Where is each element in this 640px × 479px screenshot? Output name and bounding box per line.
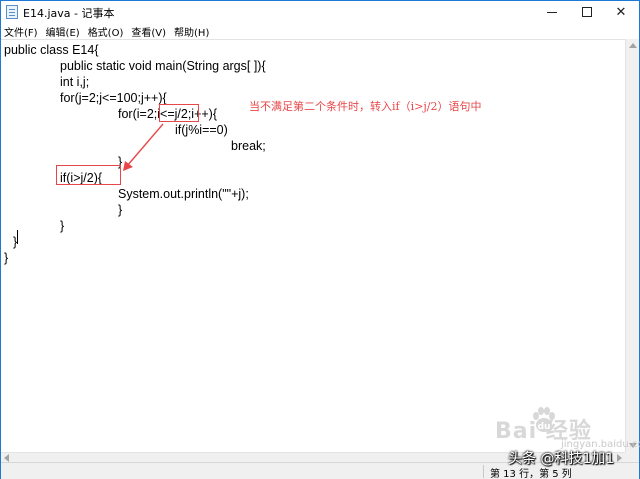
code-line: break; xyxy=(231,139,266,153)
notepad-window: E14.java - 记事本 ✕ 文件(F) 编辑(E) 格式(O) 查看(V)… xyxy=(0,0,640,479)
minimize-icon xyxy=(547,11,557,13)
code-line: for(j=2;j<=100;j++){ xyxy=(60,91,167,105)
notepad-icon[interactable] xyxy=(6,5,18,19)
menu-bar: 文件(F) 编辑(E) 格式(O) 查看(V) 帮助(H) xyxy=(1,23,639,39)
text-editor[interactable]: public class E14{ public static void mai… xyxy=(1,39,625,452)
menu-edit[interactable]: 编辑(E) xyxy=(46,24,80,39)
code-line: } xyxy=(118,203,123,217)
code-line: public static void main(String args[ ]){ xyxy=(60,59,266,73)
text-cursor xyxy=(17,230,18,244)
author-credit: 头条 @科技1加1 xyxy=(508,451,615,467)
minimize-button[interactable] xyxy=(535,1,569,23)
scroll-left-icon[interactable] xyxy=(4,454,9,462)
close-button[interactable]: ✕ xyxy=(604,1,638,23)
annotation-text: 当不满足第二个条件时，转入if（i>j/2）语句中 xyxy=(249,100,482,113)
code-line: int i,j; xyxy=(60,75,90,89)
maximize-icon xyxy=(582,7,592,17)
code-line: System.out.println(""+j); xyxy=(118,187,249,201)
maximize-button[interactable] xyxy=(570,1,604,23)
title-bar[interactable]: E14.java - 记事本 ✕ xyxy=(1,1,639,23)
menu-help[interactable]: 帮助(H) xyxy=(174,24,209,39)
scroll-right-icon[interactable] xyxy=(617,454,622,462)
code-line: public class E14{ xyxy=(4,43,99,57)
code-line: } xyxy=(60,219,65,233)
code-line: if(j%i==0) xyxy=(175,123,228,137)
code-line: } xyxy=(4,251,9,265)
baidu-paw-icon: du xyxy=(533,407,555,432)
close-icon: ✕ xyxy=(615,4,627,20)
menu-format[interactable]: 格式(O) xyxy=(88,24,124,39)
status-divider xyxy=(483,465,484,478)
scroll-up-icon[interactable] xyxy=(629,43,637,48)
window-title: E14.java - 记事本 xyxy=(23,7,115,20)
menu-view[interactable]: 查看(V) xyxy=(131,24,166,39)
vertical-scrollbar[interactable] xyxy=(625,39,639,452)
svg-text:du: du xyxy=(538,422,551,432)
menu-file[interactable]: 文件(F) xyxy=(4,24,38,39)
annotation-arrow-icon xyxy=(123,123,164,171)
scrollbar-corner xyxy=(625,452,639,462)
